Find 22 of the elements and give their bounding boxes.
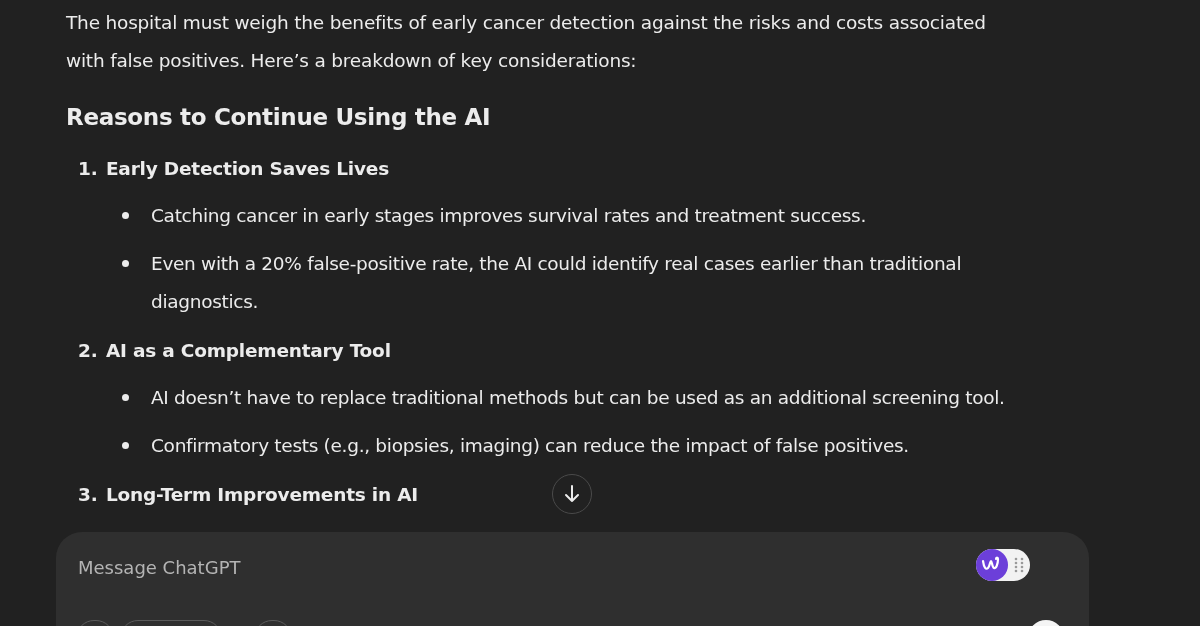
grid-dots-icon [1014,557,1024,573]
bullet-text: AI doesn’t have to replace traditional methods but can be used as an additional screening tool. [151,386,1006,410]
list-item-title: Long-Term Improvements in AI [105,483,418,505]
bullet-icon [122,394,129,401]
arrow-down-icon [564,485,580,503]
bullet-icon [122,442,129,449]
list-number: 1. [78,157,98,179]
message-input[interactable]: Message ChatGPT [76,552,780,582]
scroll-down-button[interactable] [552,474,592,514]
bullet-icon [122,260,129,267]
bullet-icon [122,212,129,219]
logo-icon [976,549,1008,581]
list-item-title: Early Detection Saves Lives [105,157,389,179]
bullet-text: Even with a 20% false-positive rate, the AI could identify real cases earlier than traditional diagnostics. [151,252,963,314]
extension-launcher[interactable] [976,549,1030,581]
section-heading: Reasons to Continue Using the AI [66,103,492,132]
bullet-text: Confirmatory tests (e.g., biopsies, imaging) can reduce the impact of false positives. [151,434,910,458]
list-item-title: AI as a Complementary Tool [105,339,391,361]
bullet-text: Catching cancer in early stages improves survival rates and treatment success. [151,204,868,228]
intro-paragraph: The hospital must weigh the benefits of early cancer detection against the risks and costs associated with false positives. Here’s a breakdown of key considerations: [66,11,987,73]
list-number: 2. [78,339,98,361]
list-number: 3. [78,483,98,505]
